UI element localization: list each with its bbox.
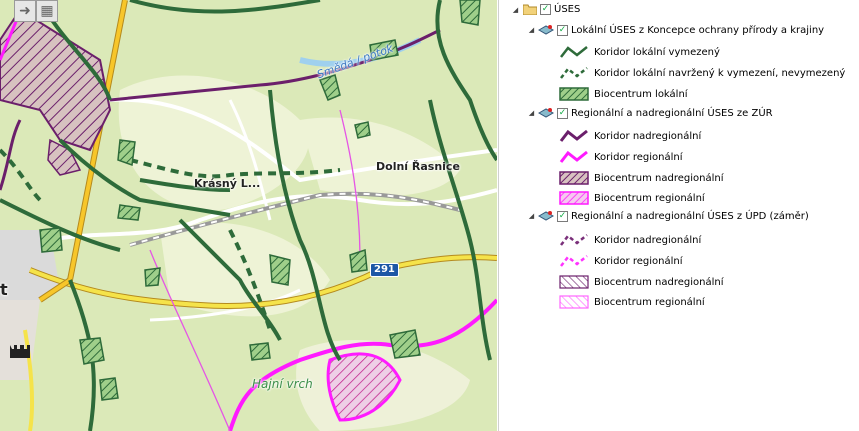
collapse-triangle-icon[interactable]: ◢ — [511, 5, 520, 14]
legend-item-label: Koridor lokální vymezený — [594, 46, 720, 58]
layer-legend-panel: ◢ ✓ ÚSES ◢ ✓ Lokální ÚSES z Koncepce och… — [498, 0, 859, 431]
layer-icon — [538, 25, 554, 35]
legend-group-3[interactable]: ◢ ✓ Regionální a nadregionální ÚSES z ÚP… — [527, 210, 809, 222]
symbol-hatch-light-purple — [559, 275, 589, 289]
legend-item: Koridor nadregionální — [559, 232, 701, 248]
legend-item-label: Biocentrum nadregionální — [594, 172, 724, 184]
map-label-left: t — [0, 280, 8, 299]
symbol-line-dashed-purple — [560, 234, 588, 246]
symbol-hatch-pink — [559, 191, 589, 205]
map-graphics — [0, 0, 497, 431]
group-2-checkbox[interactable]: ✓ — [557, 107, 568, 119]
legend-root-label: ÚSES — [554, 4, 581, 15]
collapse-triangle-icon[interactable]: ◢ — [527, 26, 536, 35]
legend-group-2-label: Regionální a nadregionální ÚSES ze ZÚR — [571, 107, 773, 119]
zoom-extent-icon[interactable]: ▦ — [36, 0, 58, 22]
folder-icon — [523, 4, 537, 15]
symbol-line-dashed-green — [560, 67, 588, 79]
legend-item-label: Koridor regionální — [594, 255, 683, 267]
symbol-line-solid-pink — [559, 150, 588, 163]
map-label-krasny: Krásný L... — [194, 177, 261, 190]
symbol-line-dashed-pink — [560, 255, 588, 267]
legend-item: Koridor lokální vymezený — [559, 44, 720, 60]
legend-item-label: Koridor lokální navržený k vymezení, nev… — [594, 67, 846, 79]
legend-item: Koridor regionální — [559, 149, 682, 165]
legend-group-1[interactable]: ◢ ✓ Lokální ÚSES z Koncepce ochrany přír… — [527, 24, 824, 36]
legend-item-label: Koridor nadregionální — [594, 130, 702, 142]
layer-icon — [538, 211, 554, 221]
map-label-dolni: Dolní Řasnice — [376, 160, 460, 173]
group-3-checkbox[interactable]: ✓ — [557, 210, 568, 222]
legend-root-row[interactable]: ◢ ✓ ÚSES — [511, 4, 580, 15]
collapse-triangle-icon[interactable]: ◢ — [527, 212, 536, 221]
symbol-hatch-light-pink — [559, 295, 589, 309]
collapse-triangle-icon[interactable]: ◢ — [527, 109, 536, 118]
map-canvas[interactable]: ➜ ▦ Krásný L... Dolní Řasnice Smědá / po… — [0, 0, 497, 431]
symbol-hatch-green — [559, 87, 589, 101]
layer-icon — [538, 108, 554, 118]
road-number-badge: 291 — [370, 263, 399, 277]
map-label-hill: Hajní vrch — [252, 377, 313, 391]
legend-item: Koridor lokální navržený k vymezení, nev… — [559, 65, 845, 81]
arrow-right-icon[interactable]: ➜ — [14, 0, 36, 22]
symbol-line-solid-green — [560, 46, 588, 58]
legend-item-label: Koridor regionální — [594, 151, 683, 163]
symbol-line-solid-purple — [559, 129, 588, 142]
legend-item: Biocentrum regionální — [559, 190, 705, 206]
root-checkbox[interactable]: ✓ — [540, 4, 551, 15]
legend-item: Biocentrum nadregionální — [559, 170, 724, 186]
legend-item: Biocentrum nadregionální — [559, 274, 724, 290]
group-1-checkbox[interactable]: ✓ — [557, 24, 568, 36]
legend-item: Koridor regionální — [559, 253, 682, 269]
legend-group-3-label: Regionální a nadregionální ÚSES z ÚPD (z… — [571, 210, 809, 222]
legend-item: Koridor nadregionální — [559, 128, 701, 144]
symbol-hatch-purple — [559, 171, 589, 185]
legend-item-label: Biocentrum lokální — [594, 88, 688, 100]
legend-item-label: Koridor nadregionální — [594, 234, 702, 246]
legend-item: Biocentrum regionální — [559, 294, 705, 310]
legend-group-2[interactable]: ◢ ✓ Regionální a nadregionální ÚSES ze Z… — [527, 107, 773, 119]
legend-item-label: Biocentrum regionální — [594, 192, 705, 204]
legend-item: Biocentrum lokální — [559, 86, 688, 102]
legend-item-label: Biocentrum nadregionální — [594, 276, 724, 288]
legend-group-1-label: Lokální ÚSES z Koncepce ochrany přírody … — [571, 24, 825, 36]
legend-item-label: Biocentrum regionální — [594, 296, 705, 308]
